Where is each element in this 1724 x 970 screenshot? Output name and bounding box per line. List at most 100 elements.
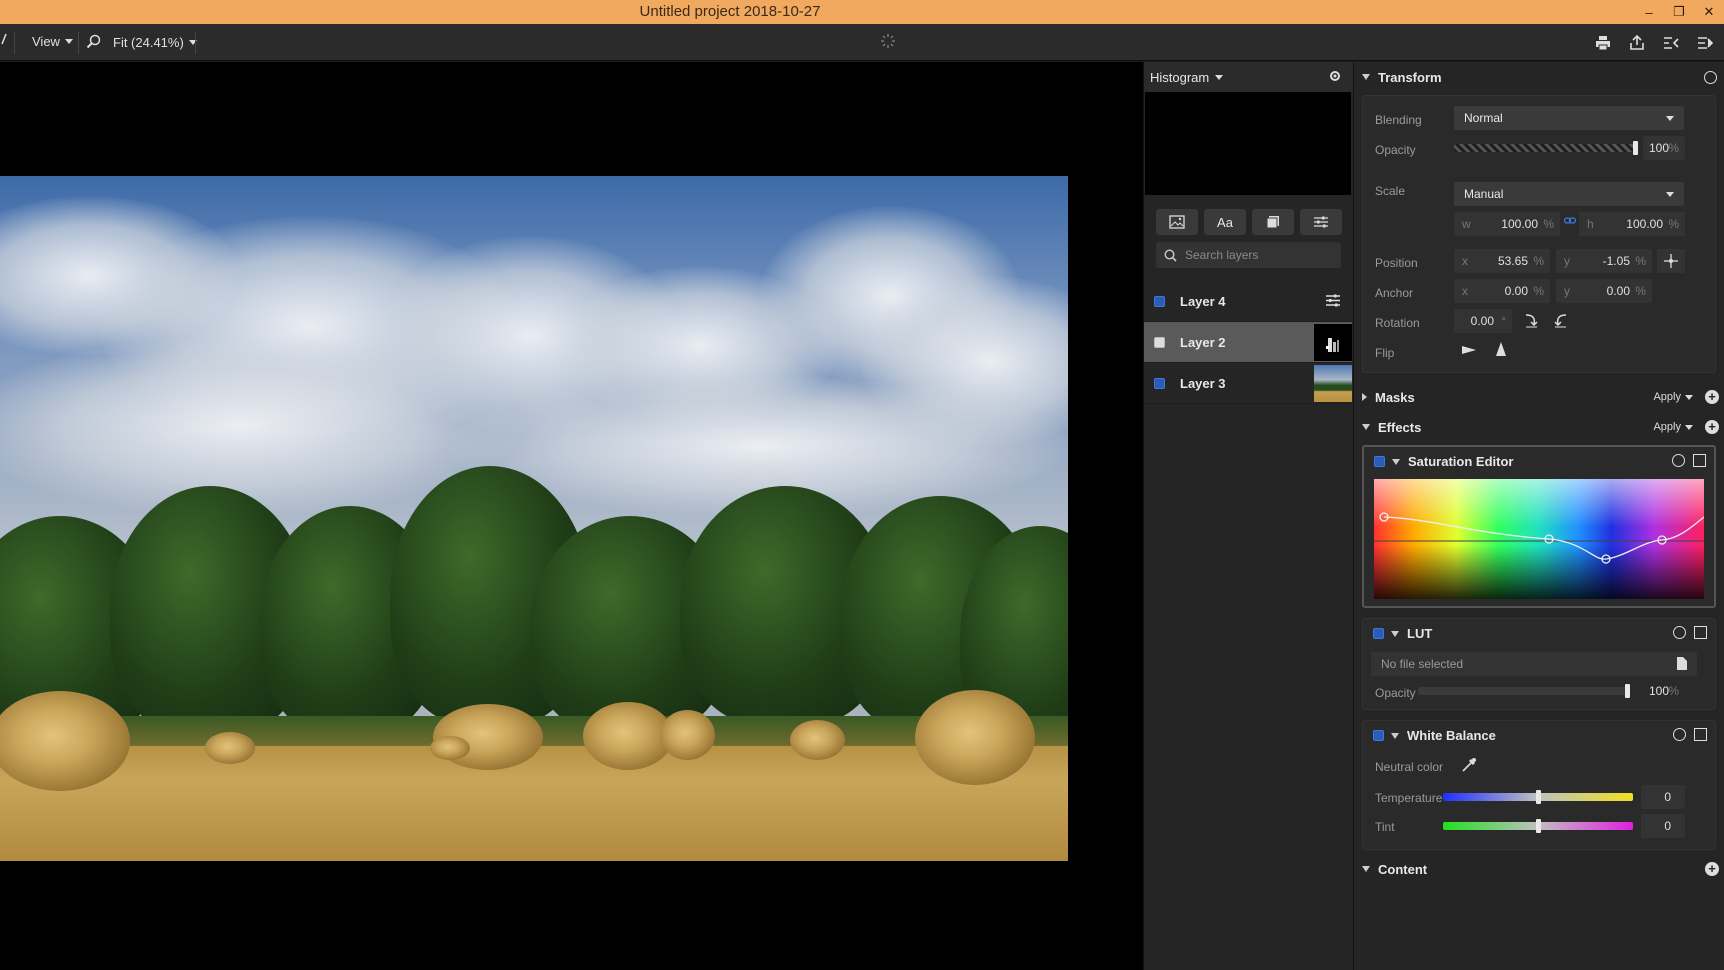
- masks-section-header[interactable]: Masks Apply +: [1354, 382, 1724, 412]
- reset-icon[interactable]: [1673, 626, 1686, 639]
- layer-visibility-checkbox[interactable]: [1154, 295, 1165, 307]
- blending-dropdown[interactable]: Normal: [1454, 106, 1684, 130]
- chevron-down-icon: [1685, 424, 1693, 430]
- saturation-editor-panel: Saturation Editor: [1362, 445, 1716, 608]
- lut-header[interactable]: LUT: [1391, 626, 1432, 641]
- position-y-field[interactable]: y -1.05 %: [1556, 249, 1652, 273]
- effect-enabled-checkbox[interactable]: [1373, 730, 1384, 741]
- scale-dropdown[interactable]: Manual: [1454, 182, 1684, 206]
- add-effect-icon[interactable]: +: [1705, 420, 1719, 434]
- reset-icon[interactable]: [1672, 454, 1685, 467]
- effects-apply-menu[interactable]: Apply: [1653, 421, 1693, 433]
- flip-horizontal-icon[interactable]: [1461, 343, 1477, 360]
- flip-label: Flip: [1375, 346, 1395, 360]
- gear-icon[interactable]: [1329, 70, 1341, 85]
- opacity-value: 100: [1648, 141, 1669, 155]
- crosshair-icon[interactable]: [1657, 249, 1685, 273]
- layer-item[interactable]: Layer 4: [1144, 281, 1352, 322]
- saturation-curve-canvas[interactable]: [1374, 479, 1704, 599]
- layer-name: Layer 4: [1180, 293, 1226, 309]
- layer-item[interactable]: Layer 2: [1144, 322, 1352, 363]
- add-adjustment-layer-button[interactable]: [1300, 209, 1342, 235]
- eyedropper-icon[interactable]: [1461, 757, 1477, 776]
- position-y-value: -1.05: [1602, 254, 1630, 268]
- anchor-x-field[interactable]: x 0.00 %: [1454, 279, 1550, 303]
- layer-visibility-checkbox[interactable]: [1154, 336, 1165, 348]
- back-icon[interactable]: [0, 32, 8, 46]
- masks-apply-menu[interactable]: Apply: [1653, 391, 1693, 403]
- reset-icon[interactable]: [1704, 71, 1717, 84]
- add-composition-layer-button[interactable]: [1252, 209, 1294, 235]
- layer-thumbnail: [1314, 324, 1352, 361]
- search-layers-input[interactable]: Search layers: [1156, 242, 1341, 268]
- white-balance-header[interactable]: White Balance: [1391, 728, 1496, 743]
- add-image-layer-button[interactable]: [1156, 209, 1198, 235]
- image-canvas[interactable]: [0, 62, 1143, 970]
- saturation-editor-header[interactable]: Saturation Editor: [1392, 454, 1513, 469]
- rotate-clockwise-icon[interactable]: [1523, 312, 1539, 331]
- zoom-icon: [86, 34, 101, 49]
- tint-slider[interactable]: [1443, 819, 1633, 833]
- chevron-down-icon: [1362, 424, 1370, 430]
- chevron-down-icon: [1362, 866, 1370, 872]
- effect-enabled-checkbox[interactable]: [1374, 456, 1385, 467]
- content-title: Content: [1378, 861, 1428, 877]
- layer-list: Layer 4 Layer 2 Layer 3: [1144, 281, 1352, 404]
- degree-unit: °: [1501, 314, 1506, 328]
- layer-name: Layer 3: [1180, 375, 1226, 391]
- toggle-preview-icon[interactable]: [1694, 626, 1707, 639]
- reset-icon[interactable]: [1673, 728, 1686, 741]
- add-mask-icon[interactable]: +: [1705, 390, 1719, 404]
- masks-title: Masks: [1375, 389, 1415, 405]
- chevron-down-icon: [1666, 192, 1674, 197]
- link-icon[interactable]: [1563, 215, 1577, 230]
- opacity-label: Opacity: [1375, 143, 1416, 157]
- maximize-button[interactable]: ❐: [1664, 0, 1694, 24]
- content-section-header[interactable]: Content +: [1354, 854, 1724, 884]
- opacity-slider[interactable]: [1454, 141, 1638, 155]
- transform-section-header[interactable]: Transform: [1354, 62, 1724, 92]
- lut-opacity-slider[interactable]: [1418, 684, 1630, 698]
- export-icon[interactable]: [1626, 32, 1648, 54]
- width-field[interactable]: w 100.00 %: [1454, 212, 1560, 236]
- temperature-slider[interactable]: [1443, 790, 1633, 804]
- print-icon[interactable]: [1592, 32, 1614, 54]
- percent-unit: %: [1635, 254, 1646, 268]
- tint-slider-handle[interactable]: [1536, 819, 1541, 833]
- tint-field[interactable]: 0: [1641, 814, 1685, 838]
- collapse-right-panel-icon[interactable]: [1694, 32, 1716, 54]
- collapse-left-panel-icon[interactable]: [1660, 32, 1682, 54]
- add-text-layer-button[interactable]: Aa: [1204, 209, 1246, 235]
- lut-opacity-field[interactable]: 100 %: [1637, 679, 1685, 703]
- effects-section-header[interactable]: Effects Apply +: [1354, 412, 1724, 442]
- height-field[interactable]: h 100.00 %: [1579, 212, 1685, 236]
- view-menu[interactable]: View: [32, 34, 73, 49]
- effect-enabled-checkbox[interactable]: [1373, 628, 1384, 639]
- lut-opacity-slider-handle[interactable]: [1625, 684, 1630, 698]
- neutral-color-label: Neutral color: [1375, 760, 1444, 774]
- lut-panel: LUT No file selected Opacity 100 %: [1362, 618, 1716, 710]
- layer-item[interactable]: Layer 3: [1144, 363, 1352, 404]
- anchor-y-field[interactable]: y 0.00 %: [1556, 279, 1652, 303]
- temperature-slider-handle[interactable]: [1536, 790, 1541, 804]
- rotation-field[interactable]: 0.00 °: [1454, 309, 1512, 333]
- toggle-preview-icon[interactable]: [1693, 454, 1706, 467]
- temperature-label: Temperature: [1375, 791, 1443, 805]
- flip-vertical-icon[interactable]: [1495, 341, 1507, 360]
- search-placeholder: Search layers: [1185, 248, 1259, 262]
- temperature-field[interactable]: 0: [1641, 785, 1685, 809]
- rotate-counterclockwise-icon[interactable]: [1553, 312, 1569, 331]
- toggle-preview-icon[interactable]: [1694, 728, 1707, 741]
- position-x-field[interactable]: x 53.65 %: [1454, 249, 1550, 273]
- layer-visibility-checkbox[interactable]: [1154, 377, 1165, 389]
- histogram-header[interactable]: Histogram: [1144, 62, 1353, 92]
- opacity-field[interactable]: 100 %: [1643, 136, 1685, 160]
- minimize-button[interactable]: –: [1634, 0, 1664, 24]
- position-x-value: 53.65: [1497, 254, 1528, 268]
- close-button[interactable]: ✕: [1694, 0, 1724, 24]
- add-content-icon[interactable]: +: [1705, 862, 1719, 876]
- lut-file-picker[interactable]: No file selected: [1371, 652, 1697, 676]
- opacity-slider-handle[interactable]: [1633, 141, 1638, 155]
- chevron-down-icon: [64, 39, 73, 44]
- zoom-menu[interactable]: Fit (24.41%): [86, 34, 197, 50]
